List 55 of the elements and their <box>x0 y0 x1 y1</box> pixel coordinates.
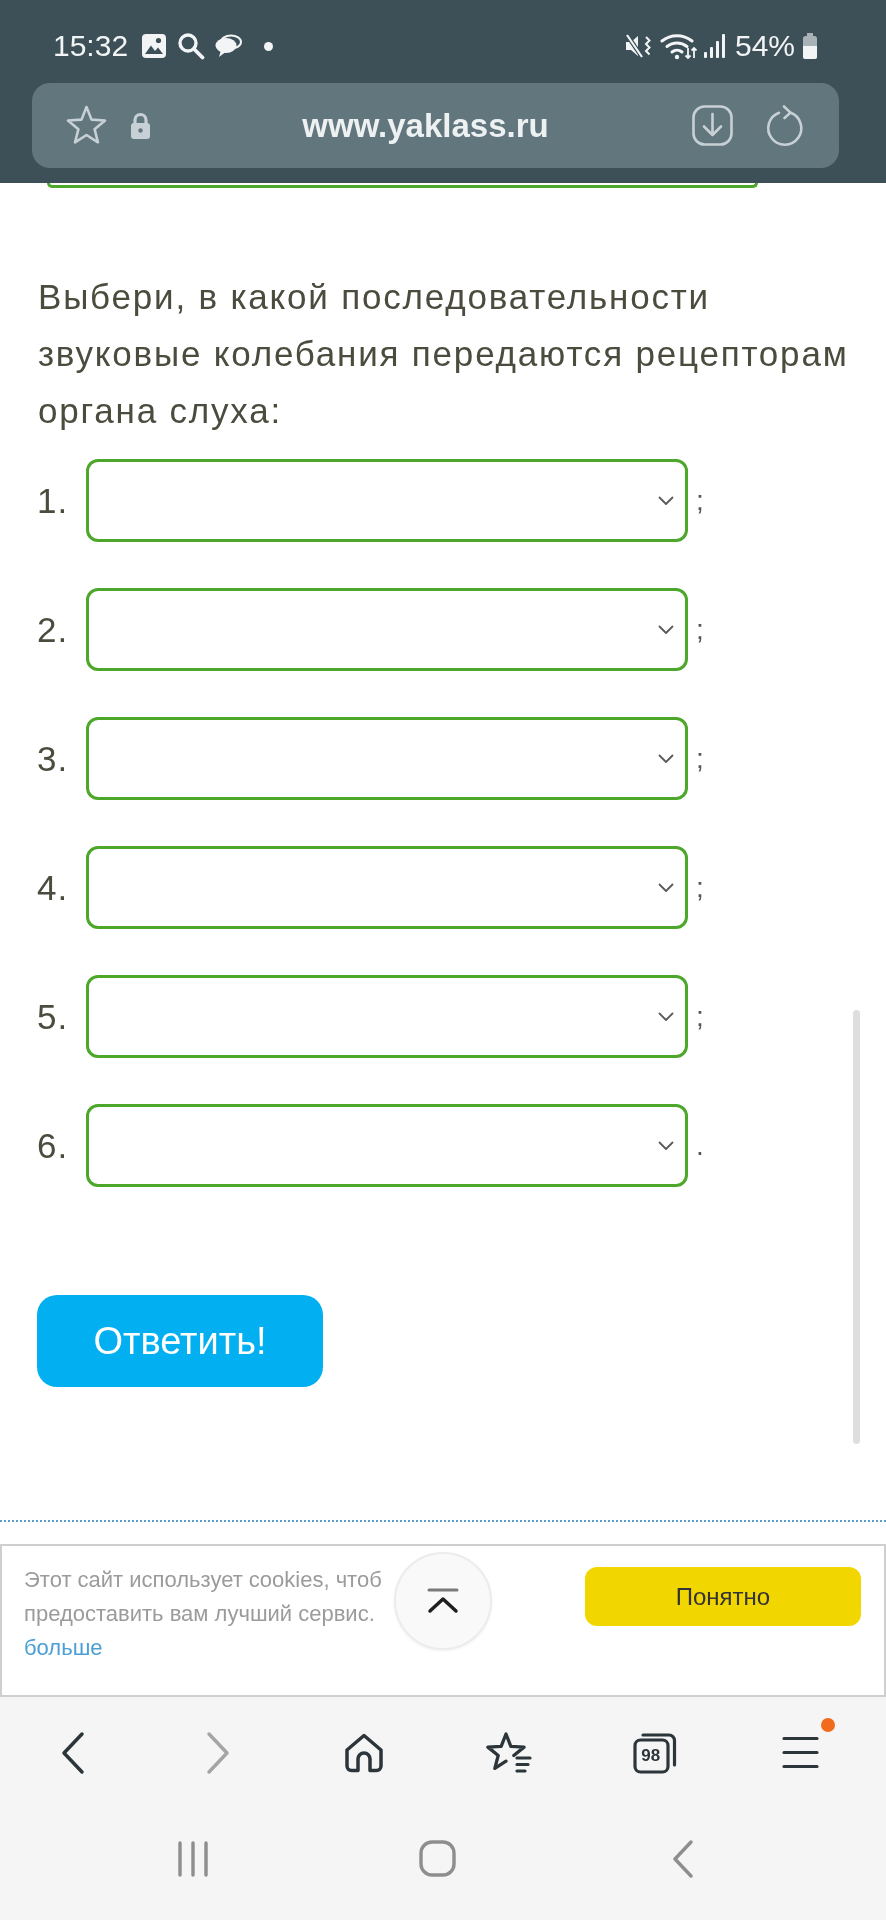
signal-icon <box>702 33 725 59</box>
back-icon[interactable] <box>59 1730 86 1775</box>
answer-number: 4. <box>37 867 70 908</box>
recent-apps-icon[interactable] <box>176 1840 209 1877</box>
wifi-icon <box>659 32 698 60</box>
address-bar[interactable]: www.yaklass.ru <box>32 83 839 168</box>
star-icon[interactable] <box>65 104 108 147</box>
battery-icon <box>802 33 818 59</box>
home-icon[interactable] <box>343 1732 384 1773</box>
punctuation-mark: ; <box>696 870 704 905</box>
lock-icon[interactable] <box>130 111 151 140</box>
dropdown-field[interactable] <box>86 1104 688 1187</box>
menu-icon[interactable] <box>781 1736 819 1769</box>
cookie-notice-text: Этот сайт использует cookies, чтоб <box>24 1566 382 1594</box>
scrollbar-thumb[interactable] <box>853 1010 860 1444</box>
punctuation-mark: ; <box>696 999 704 1034</box>
mute-icon <box>624 33 652 59</box>
download-icon[interactable] <box>692 105 733 146</box>
chevron-down-icon <box>658 1140 674 1151</box>
answer-number: 2. <box>37 609 70 650</box>
dropdown-field[interactable] <box>86 588 688 671</box>
answer-number: 5. <box>37 996 70 1037</box>
answer-number: 1. <box>37 480 70 521</box>
search-icon <box>177 32 206 60</box>
punctuation-mark: ; <box>696 741 704 776</box>
bookmark-list-icon[interactable] <box>486 1730 533 1775</box>
chevron-down-icon <box>658 495 674 506</box>
answer-number: 3. <box>37 738 70 779</box>
notification-dot-icon <box>264 41 274 51</box>
punctuation-mark: . <box>696 1128 704 1163</box>
punctuation-mark: ; <box>696 612 704 647</box>
dropdown-field[interactable] <box>86 717 688 800</box>
dropdown-field[interactable] <box>86 975 688 1058</box>
chevron-down-icon <box>658 1011 674 1022</box>
clock-time: 15:32 <box>53 29 129 63</box>
submit-button[interactable]: Ответить! <box>37 1295 323 1387</box>
punctuation-mark: ; <box>696 483 704 518</box>
dropdown-field[interactable] <box>86 846 688 929</box>
answer-number: 6. <box>37 1125 70 1166</box>
tabs-icon <box>632 1731 677 1774</box>
chat-bubble-icon <box>215 34 243 58</box>
cookie-notice-text: предоставить вам лучший сервис. <box>24 1600 375 1628</box>
chevron-up-icon <box>425 1588 461 1614</box>
dropdown-field[interactable] <box>86 459 688 542</box>
gallery-icon <box>141 33 168 59</box>
reload-icon[interactable] <box>765 104 805 147</box>
chevron-down-icon <box>658 882 674 893</box>
chevron-down-icon <box>658 753 674 764</box>
tabs-button[interactable]: 98 <box>632 1731 677 1774</box>
chevron-down-icon <box>658 624 674 635</box>
accept-button[interactable]: Понятно <box>585 1567 861 1626</box>
more-link[interactable]: больше <box>24 1631 103 1665</box>
battery-percent: 54% <box>734 29 795 63</box>
home-button-icon[interactable] <box>419 1840 456 1877</box>
question-text: Выбери, в какой последовательности звуковые колебания передаются рецепторам органа слуха: <box>38 276 850 432</box>
